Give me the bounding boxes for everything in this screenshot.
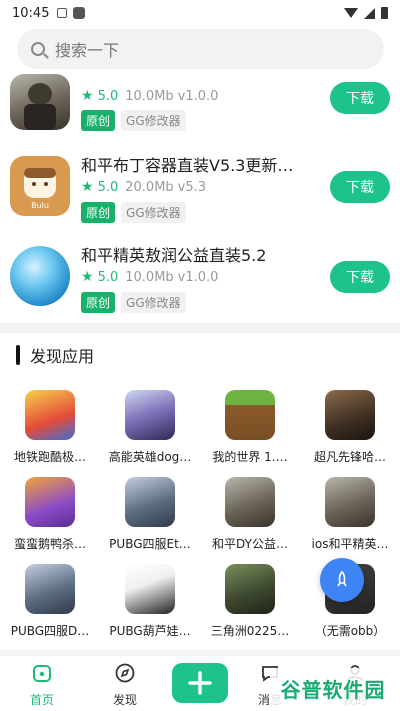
tag-original: 原创 <box>81 110 116 131</box>
app-icon <box>10 74 70 130</box>
search-input[interactable]: 搜索一下 <box>17 29 384 69</box>
download-button[interactable]: 下载 <box>330 82 390 114</box>
app-icon <box>125 390 175 440</box>
app-meta: ★ 5.0 10.0Mb v1.0.0 <box>81 88 219 104</box>
discover-app-item[interactable]: 地铁跑酷极… <box>0 390 100 465</box>
tab-discover[interactable]: 发现 <box>85 662 165 708</box>
discover-app-item[interactable]: PUBG四服D… <box>0 564 100 639</box>
app-icon <box>225 477 275 527</box>
app-icon <box>25 390 75 440</box>
discover-section-title: 发现应用 <box>16 343 94 367</box>
tag-category: GG修改器 <box>121 202 186 223</box>
notification-icon <box>57 8 68 18</box>
app-row[interactable]: 和平精英敖润公益直装5.2 ★ 5.0 10.0Mb v1.0.0 原创 GG修… <box>0 236 400 326</box>
discover-app-item[interactable]: PUBG葫芦娃… <box>100 564 200 639</box>
discover-app-item[interactable]: ios和平精英… <box>300 477 400 552</box>
compass-icon <box>115 663 135 683</box>
app-title: 和平精英敖润公益直装5.2 <box>81 246 267 265</box>
app-row[interactable]: ★ 5.0 10.0Mb v1.0.0 原创 GG修改器 下载 <box>0 68 400 158</box>
download-button[interactable]: 下载 <box>330 261 390 293</box>
discover-app-item[interactable]: 我的世界 1.… <box>200 390 300 465</box>
rocket-fab-button[interactable] <box>320 558 364 602</box>
tag-category: GG修改器 <box>121 110 186 131</box>
section-bar <box>16 345 20 365</box>
wifi-icon <box>344 8 358 18</box>
app-icon <box>125 477 175 527</box>
app-meta: ★ 5.0 10.0Mb v1.0.0 <box>81 269 219 285</box>
discover-app-item[interactable]: 蛮蛮鹅鸭杀… <box>0 477 100 552</box>
search-placeholder: 搜索一下 <box>55 41 120 60</box>
status-bar: 10:45 <box>0 0 400 26</box>
app-tags: 原创 GG修改器 <box>81 110 186 131</box>
app-icon <box>225 564 275 614</box>
svg-text:Bulu: Bulu <box>31 201 49 210</box>
signal-icon <box>364 7 375 19</box>
app-icon: Bulu <box>10 156 70 216</box>
home-icon <box>33 665 51 682</box>
app-title: 和平布丁容器直装V5.3更新… <box>81 156 294 175</box>
section-divider <box>0 323 400 333</box>
discover-app-item[interactable]: 超凡先锋哈… <box>300 390 400 465</box>
app-icon <box>125 564 175 614</box>
add-button[interactable] <box>172 663 228 703</box>
app-icon <box>25 564 75 614</box>
discover-app-item[interactable]: 三角洲0225… <box>200 564 300 639</box>
app-meta: ★ 5.0 20.0Mb v5.3 <box>81 179 207 195</box>
status-time: 10:45 <box>12 5 50 21</box>
battery-icon <box>381 7 388 19</box>
app-icon <box>225 390 275 440</box>
app-icon <box>325 390 375 440</box>
discover-app-item[interactable]: 和平DY公益… <box>200 477 300 552</box>
app-row[interactable]: Bulu 和平布丁容器直装V5.3更新… ★ 5.0 20.0Mb v5.3 原… <box>0 146 400 236</box>
app-icon <box>325 477 375 527</box>
app-icon <box>10 246 70 306</box>
watermark-logo: 谷普软件园 <box>270 668 396 708</box>
tab-home[interactable]: 首页 <box>2 662 82 708</box>
rocket-icon <box>337 570 347 587</box>
plus-icon <box>188 671 212 695</box>
tag-original: 原创 <box>81 292 116 313</box>
tag-category: GG修改器 <box>121 292 186 313</box>
download-button[interactable]: 下载 <box>330 171 390 203</box>
app-tags: 原创 GG修改器 <box>81 292 186 313</box>
discover-app-item[interactable]: PUBG四服Et… <box>100 477 200 552</box>
discover-app-item[interactable]: 高能英雄dog… <box>100 390 200 465</box>
star-icon: ★ <box>81 269 94 285</box>
star-icon: ★ <box>81 88 94 104</box>
tag-original: 原创 <box>81 202 116 223</box>
search-icon <box>31 42 45 56</box>
app-tags: 原创 GG修改器 <box>81 202 186 223</box>
app-icon <box>25 477 75 527</box>
star-icon: ★ <box>81 179 94 195</box>
app-notification-icon <box>73 7 86 19</box>
